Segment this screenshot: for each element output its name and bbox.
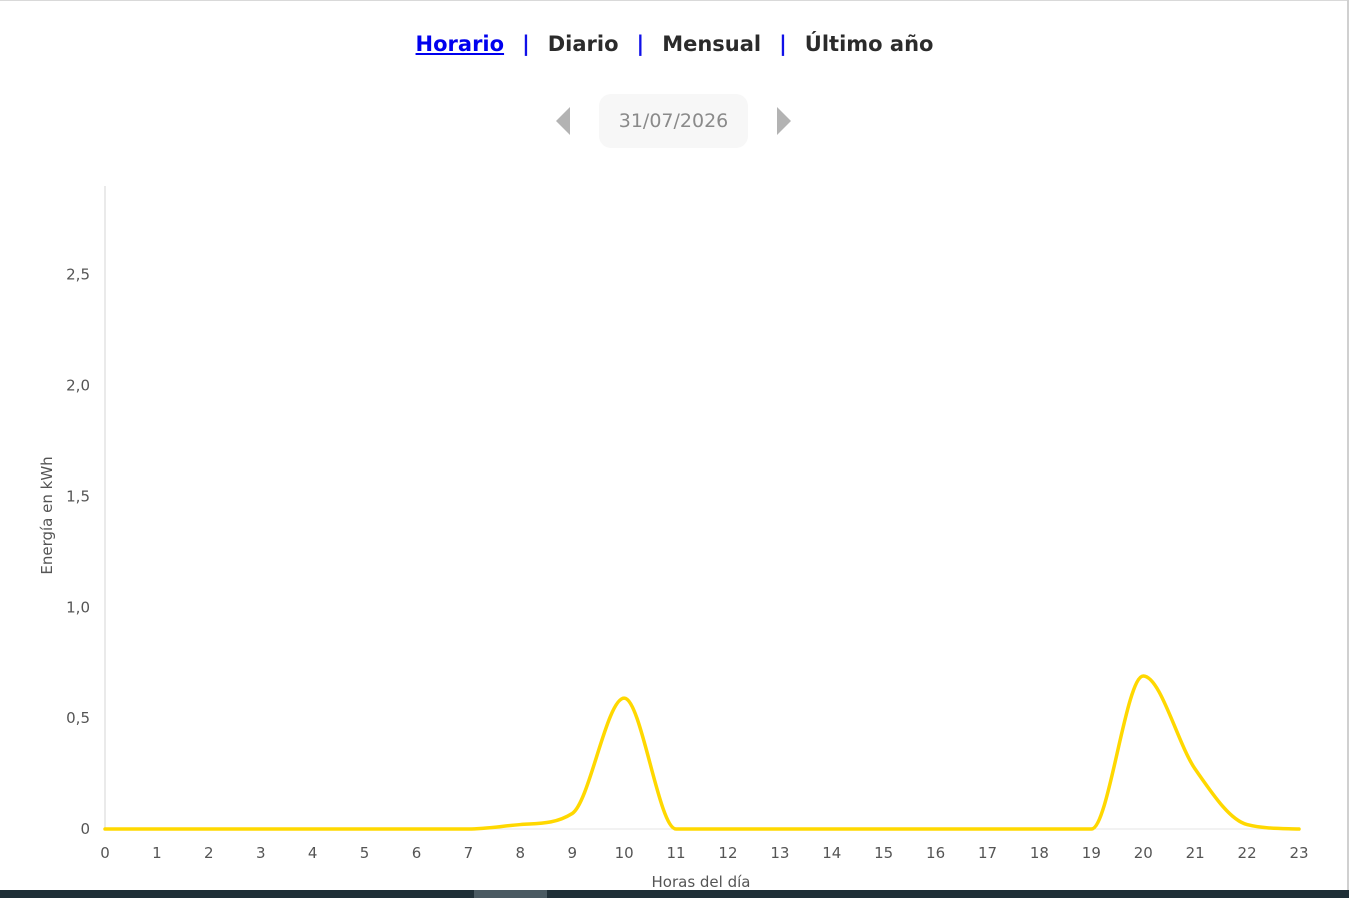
data-point xyxy=(622,696,626,700)
tab-separator: | xyxy=(522,32,530,56)
top-border xyxy=(0,0,1349,1)
series-points xyxy=(103,674,1301,831)
energy-line-chart: 00,51,01,52,02,5 0 1 2 3 4 5 6 7 8 9 10 11 12 13 14 15 1… xyxy=(38,186,1309,890)
x-tick-label: 22 xyxy=(1238,844,1257,862)
period-tabs: Horario | Diario | Mensual | Último año xyxy=(0,27,1349,61)
x-tick-label: 1 xyxy=(152,844,162,862)
chevron-right-icon[interactable] xyxy=(777,107,791,135)
data-point xyxy=(1089,827,1093,831)
data-point xyxy=(570,811,574,815)
tab-horario[interactable]: Horario xyxy=(416,32,505,56)
x-tick-label: 3 xyxy=(256,844,266,862)
x-tick-label: 17 xyxy=(978,844,997,862)
x-tick-label: 5 xyxy=(360,844,370,862)
tab-diario[interactable]: Diario xyxy=(548,32,619,56)
y-tick-label: 1,5 xyxy=(66,487,90,505)
y-axis-label: Energía en kWh xyxy=(38,456,56,574)
x-tick-label: 0 xyxy=(100,844,110,862)
x-tick-label: 21 xyxy=(1186,844,1205,862)
x-tick-label: 14 xyxy=(822,844,841,862)
horizontal-scrollbar[interactable] xyxy=(0,890,1349,898)
data-point xyxy=(311,827,315,831)
series-line xyxy=(103,674,1301,831)
x-tick-label: 15 xyxy=(874,844,893,862)
x-tick-label: 20 xyxy=(1134,844,1153,862)
data-point xyxy=(778,827,782,831)
x-tick-label: 12 xyxy=(718,844,737,862)
x-tick-label: 11 xyxy=(666,844,685,862)
x-tick-label: 23 xyxy=(1289,844,1308,862)
data-point xyxy=(259,827,263,831)
data-point xyxy=(830,827,834,831)
x-tick-label: 2 xyxy=(204,844,214,862)
y-tick-label: 1,0 xyxy=(66,598,90,616)
data-point xyxy=(986,827,990,831)
data-point xyxy=(103,827,107,831)
x-tick-label: 10 xyxy=(615,844,634,862)
x-axis-label: Horas del día xyxy=(652,873,751,890)
y-tick-label: 0 xyxy=(80,820,90,838)
tab-mensual[interactable]: Mensual xyxy=(662,32,761,56)
data-point xyxy=(934,827,938,831)
x-tick-label: 19 xyxy=(1082,844,1101,862)
data-point xyxy=(1245,823,1249,827)
x-tick-label: 4 xyxy=(308,844,318,862)
data-point xyxy=(466,827,470,831)
date-picker: 31/07/2026 xyxy=(0,94,1349,148)
data-point xyxy=(414,827,418,831)
data-point xyxy=(1193,767,1197,771)
scrollbar-thumb[interactable] xyxy=(474,890,547,898)
data-point xyxy=(155,827,159,831)
tab-separator: | xyxy=(779,32,787,56)
data-point xyxy=(207,827,211,831)
chevron-left-icon[interactable] xyxy=(556,107,570,135)
y-tick-label: 2,5 xyxy=(66,266,90,284)
data-point xyxy=(1037,827,1041,831)
data-point xyxy=(726,827,730,831)
x-tick-label: 16 xyxy=(926,844,945,862)
tab-separator: | xyxy=(636,32,645,56)
data-point xyxy=(363,827,367,831)
x-tick-label: 9 xyxy=(567,844,577,862)
date-field[interactable]: 31/07/2026 xyxy=(599,94,748,148)
x-axis-ticks: 0 1 2 3 4 5 6 7 8 9 10 11 12 13 14 15 16 17 18 19 20 21 22 23 xyxy=(100,844,1308,862)
x-tick-label: 8 xyxy=(516,844,526,862)
x-tick-label: 7 xyxy=(464,844,474,862)
data-point xyxy=(1297,827,1301,831)
y-tick-label: 2,0 xyxy=(66,377,90,395)
x-tick-label: 6 xyxy=(412,844,422,862)
x-tick-label: 13 xyxy=(770,844,789,862)
y-axis-ticks: 0 0,5 1,0 1,5 2,0 2,5 xyxy=(66,266,90,838)
tab-ultimo-ano[interactable]: Último año xyxy=(805,32,934,56)
data-point xyxy=(882,827,886,831)
data-point xyxy=(1141,674,1145,678)
x-tick-label: 18 xyxy=(1030,844,1049,862)
data-point xyxy=(518,823,522,827)
data-point xyxy=(674,827,678,831)
y-tick-label: 0,5 xyxy=(66,709,90,727)
